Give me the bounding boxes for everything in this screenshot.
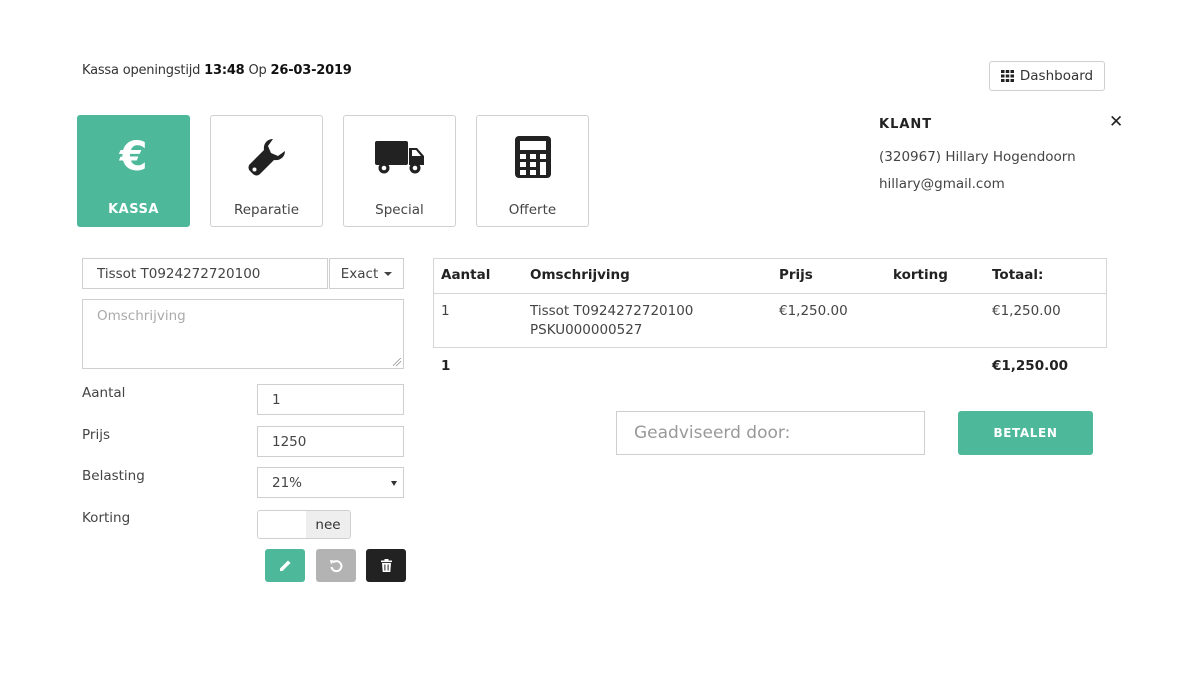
trash-icon xyxy=(380,559,392,572)
prijs-value: 1250 xyxy=(272,433,307,450)
belasting-select[interactable]: 21% xyxy=(257,467,404,498)
opening-date: 26-03-2019 xyxy=(270,63,352,78)
row-omschrijving: Tissot T0924272720100 xyxy=(530,303,694,319)
advised-by-placeholder: Geadviseerd door: xyxy=(634,423,791,443)
tile-kassa-label: KASSA xyxy=(108,202,159,217)
belasting-label: Belasting xyxy=(82,468,145,484)
euro-icon: € xyxy=(119,134,148,180)
prijs-input[interactable]: 1250 xyxy=(257,426,404,457)
opening-on: Op xyxy=(248,63,267,78)
tile-kassa[interactable]: € KASSA xyxy=(77,115,190,227)
match-mode-label: Exact xyxy=(340,265,379,282)
col-header-korting: korting xyxy=(893,267,948,283)
advised-by-input[interactable]: Geadviseerd door: xyxy=(616,411,925,455)
table-header-divider xyxy=(434,293,1106,294)
match-mode-dropdown[interactable]: Exact xyxy=(329,258,404,289)
tile-special[interactable]: Special xyxy=(343,115,456,227)
footer-aantal: 1 xyxy=(441,358,451,374)
aantal-label: Aantal xyxy=(82,385,126,401)
row-totaal: €1,250.00 xyxy=(992,303,1061,319)
calculator-icon xyxy=(514,136,551,178)
select-caret-icon xyxy=(391,481,397,486)
undo-button[interactable] xyxy=(316,549,356,582)
omschrijving-placeholder: Omschrijving xyxy=(97,308,186,324)
opening-prefix: Kassa openingstijd xyxy=(82,63,201,78)
korting-toggle[interactable]: nee xyxy=(257,510,351,539)
tile-offerte[interactable]: Offerte xyxy=(476,115,589,227)
aantal-input[interactable]: 1 xyxy=(257,384,404,415)
pay-button[interactable]: BETALEN xyxy=(958,411,1093,455)
product-search-value: Tissot T0924272720100 xyxy=(97,265,261,282)
klant-email: hillary@gmail.com xyxy=(879,176,1005,192)
tile-reparatie[interactable]: Reparatie xyxy=(210,115,323,227)
tile-offerte-label: Offerte xyxy=(508,202,557,218)
undo-icon xyxy=(330,559,343,572)
dashboard-label: Dashboard xyxy=(1019,68,1094,84)
belasting-value: 21% xyxy=(272,474,303,491)
col-header-aantal: Aantal xyxy=(441,267,491,283)
omschrijving-textarea[interactable]: Omschrijving xyxy=(82,299,404,369)
pencil-icon xyxy=(279,560,290,571)
prijs-label: Prijs xyxy=(82,427,110,443)
col-header-prijs: Prijs xyxy=(779,267,813,283)
tile-special-label: Special xyxy=(375,202,424,218)
wrench-icon xyxy=(248,139,285,176)
klant-title: KLANT xyxy=(879,117,933,132)
toggle-off-side[interactable] xyxy=(258,511,306,538)
edit-button[interactable] xyxy=(265,549,305,582)
row-aantal: 1 xyxy=(441,303,450,319)
resize-handle-icon[interactable] xyxy=(393,358,401,366)
grid-icon xyxy=(1000,70,1014,82)
product-search-input[interactable]: Tissot T0924272720100 xyxy=(82,258,328,289)
col-header-omschrijving: Omschrijving xyxy=(530,267,630,283)
opening-info: Kassa openingstijd 13:48 Op 26-03-2019 xyxy=(82,63,352,78)
dashboard-button[interactable]: Dashboard xyxy=(989,61,1105,91)
tile-reparatie-label: Reparatie xyxy=(233,202,300,218)
row-prijs: €1,250.00 xyxy=(779,303,848,319)
korting-toggle-label: nee xyxy=(306,511,350,538)
row-sku: PSKU000000527 xyxy=(530,322,643,338)
col-header-totaal: Totaal: xyxy=(992,267,1044,283)
klant-name: (320967) Hillary Hogendoorn xyxy=(879,149,1076,165)
delete-button[interactable] xyxy=(366,549,406,582)
aantal-value: 1 xyxy=(272,391,281,408)
caret-down-icon xyxy=(384,271,393,276)
footer-totaal: €1,250.00 xyxy=(992,358,1069,374)
truck-icon xyxy=(374,141,424,174)
close-icon[interactable]: ✕ xyxy=(1109,112,1123,132)
korting-label: Korting xyxy=(82,510,131,526)
opening-time: 13:48 xyxy=(204,63,245,78)
